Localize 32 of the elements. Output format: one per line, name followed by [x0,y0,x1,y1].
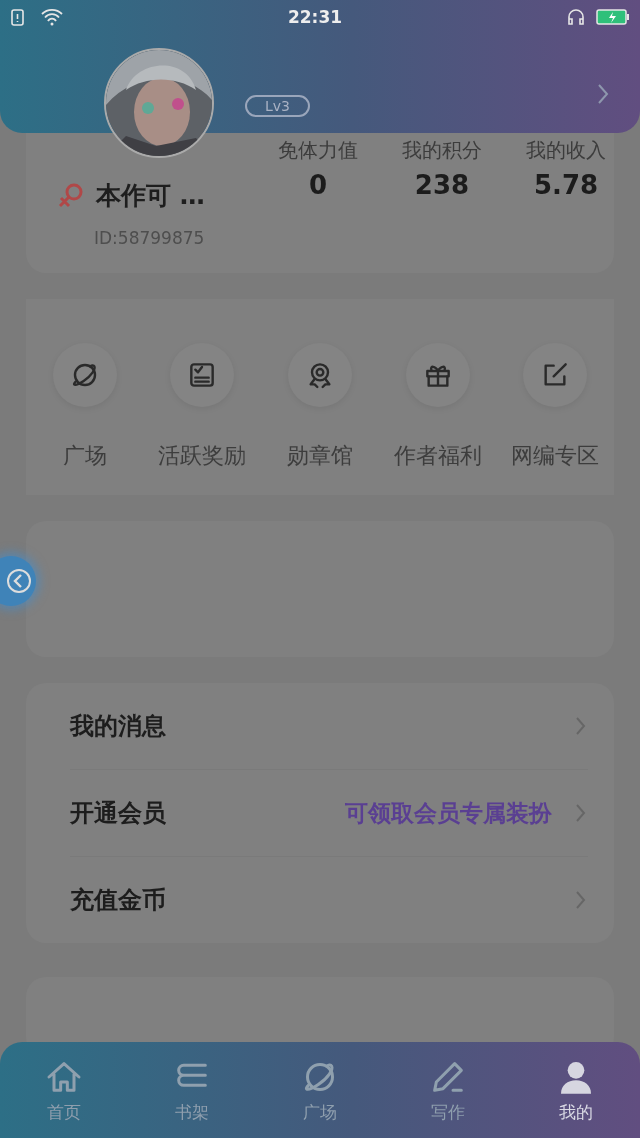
chevron-right-icon [574,802,588,824]
wifi-icon [40,8,64,26]
menu-item[interactable]: 开通会员 [70,797,166,829]
chevron-right-icon [574,889,588,911]
shortcut-label[interactable]: 网编专区 [511,441,600,471]
menu-item[interactable]: 充值金币 [70,884,166,916]
tab[interactable]: 首页 [0,1042,128,1138]
shortcut-label[interactable]: 广场 [62,441,107,471]
chevron-right-icon [574,715,588,737]
user-name: 本作可 … [96,180,205,212]
level-badge: Lv3 [245,95,310,117]
shortcut-label[interactable]: 勋章馆 [287,441,353,471]
shortcut-label[interactable]: 作者福利 [393,441,482,471]
chevron-right-icon[interactable] [596,82,610,106]
stat-label: 我的积分 [402,137,482,164]
tab[interactable]: 我的 [512,1042,640,1138]
shortcut-label[interactable]: 活跃奖励 [158,441,247,471]
battery-icon [596,9,630,25]
chevron-left-icon [6,568,32,594]
menu-hint: 可领取会员专属装扮 [345,798,552,828]
tab[interactable]: 书架 [128,1042,256,1138]
menu-item[interactable]: 我的消息 [70,710,166,742]
headphones-icon [566,7,586,27]
clock-time: 22:31 [287,7,343,27]
stat-value: 238 [414,170,470,200]
collapse-button[interactable] [0,556,36,606]
stat-value: 5.78 [533,170,599,200]
stat-label: 免体力值 [278,137,358,164]
stat-label: 我的收入 [526,137,606,164]
tab[interactable]: 写作 [384,1042,512,1138]
tab[interactable]: 广场 [256,1042,384,1138]
stat-value: 0 [308,170,328,200]
